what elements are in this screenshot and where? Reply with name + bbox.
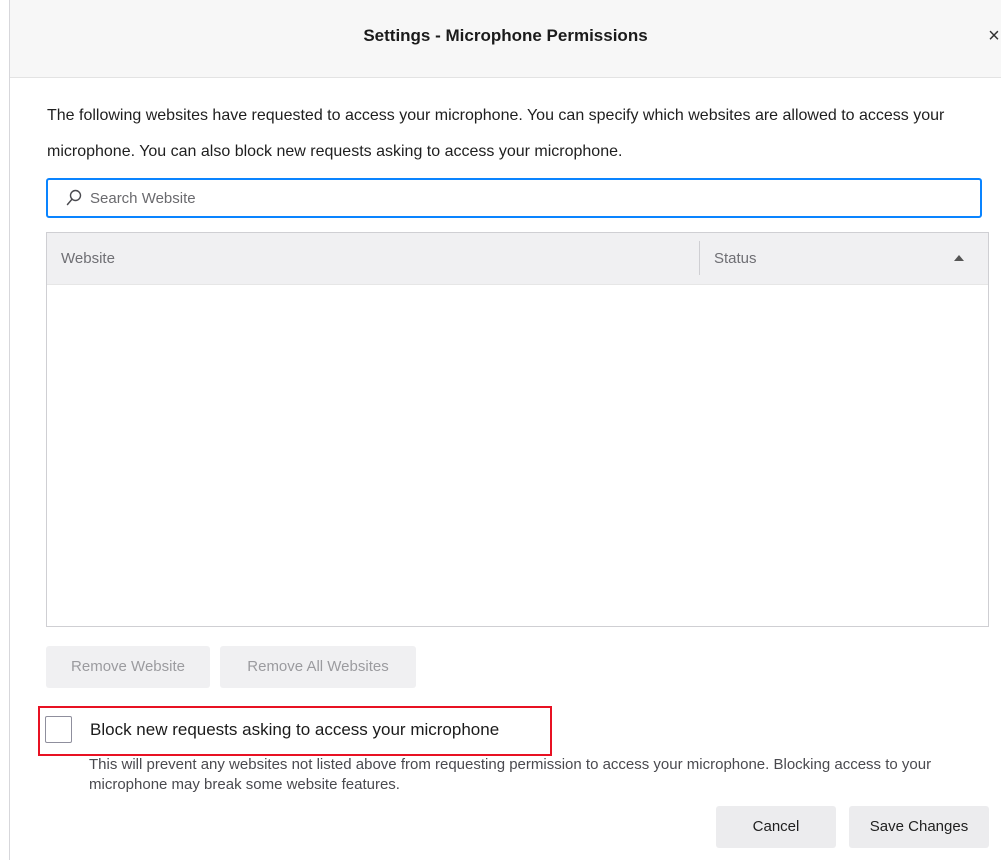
search-box[interactable] [46, 178, 982, 218]
search-website-input[interactable] [90, 186, 960, 210]
remove-all-websites-button[interactable]: Remove All Websites [220, 646, 416, 688]
block-requests-label[interactable]: Block new requests asking to access your… [90, 720, 499, 740]
column-header-status[interactable]: Status [700, 233, 988, 285]
window-left-edge [0, 0, 10, 860]
column-header-website-label: Website [61, 250, 115, 267]
column-header-website[interactable]: Website [47, 233, 699, 285]
column-header-status-label: Status [714, 250, 757, 267]
sort-ascending-icon [954, 255, 964, 261]
remove-website-button[interactable]: Remove Website [46, 646, 210, 688]
block-requests-description: This will prevent any websites not liste… [89, 756, 932, 793]
close-icon: × [988, 25, 1000, 47]
websites-table: Website Status [46, 232, 989, 627]
search-icon [66, 189, 82, 206]
dialog-titlebar: Settings - Microphone Permissions × [10, 0, 1001, 78]
permissions-description: The following websites have requested to… [47, 107, 945, 160]
microphone-permissions-dialog: Settings - Microphone Permissions × The … [0, 0, 1001, 860]
dialog-title: Settings - Microphone Permissions [363, 26, 648, 45]
table-header: Website Status [47, 233, 988, 285]
save-changes-button[interactable]: Save Changes [849, 806, 989, 848]
cancel-button[interactable]: Cancel [716, 806, 836, 848]
block-requests-checkbox[interactable] [45, 716, 72, 743]
close-button[interactable]: × [987, 22, 1001, 50]
